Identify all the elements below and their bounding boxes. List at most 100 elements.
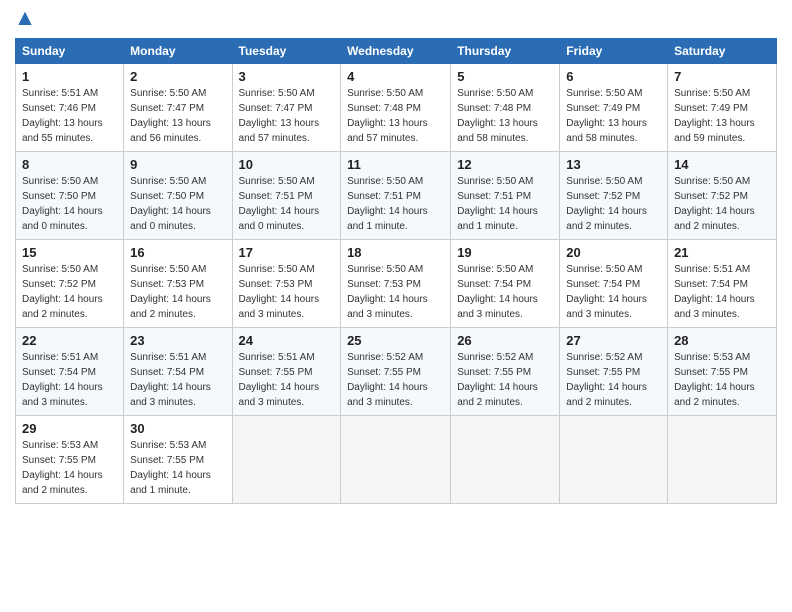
calendar-cell: 20 Sunrise: 5:50 AMSunset: 7:54 PMDaylig… bbox=[560, 240, 668, 328]
calendar-cell: 29 Sunrise: 5:53 AMSunset: 7:55 PMDaylig… bbox=[16, 416, 124, 504]
day-number: 18 bbox=[347, 245, 444, 260]
week-row-5: 29 Sunrise: 5:53 AMSunset: 7:55 PMDaylig… bbox=[16, 416, 777, 504]
day-number: 25 bbox=[347, 333, 444, 348]
day-number: 16 bbox=[130, 245, 225, 260]
day-info: Sunrise: 5:50 AMSunset: 7:49 PMDaylight:… bbox=[674, 88, 755, 144]
day-info: Sunrise: 5:50 AMSunset: 7:49 PMDaylight:… bbox=[566, 88, 647, 144]
day-info: Sunrise: 5:50 AMSunset: 7:54 PMDaylight:… bbox=[566, 264, 647, 320]
day-info: Sunrise: 5:52 AMSunset: 7:55 PMDaylight:… bbox=[457, 352, 538, 408]
calendar-cell: 25 Sunrise: 5:52 AMSunset: 7:55 PMDaylig… bbox=[341, 328, 451, 416]
weekday-header-thursday: Thursday bbox=[451, 39, 560, 64]
day-info: Sunrise: 5:50 AMSunset: 7:52 PMDaylight:… bbox=[566, 176, 647, 232]
weekday-header-row: SundayMondayTuesdayWednesdayThursdayFrid… bbox=[16, 39, 777, 64]
day-info: Sunrise: 5:51 AMSunset: 7:46 PMDaylight:… bbox=[22, 88, 103, 144]
calendar-cell: 11 Sunrise: 5:50 AMSunset: 7:51 PMDaylig… bbox=[341, 152, 451, 240]
calendar-cell bbox=[451, 416, 560, 504]
calendar-cell: 12 Sunrise: 5:50 AMSunset: 7:51 PMDaylig… bbox=[451, 152, 560, 240]
day-info: Sunrise: 5:50 AMSunset: 7:52 PMDaylight:… bbox=[674, 176, 755, 232]
day-number: 17 bbox=[239, 245, 335, 260]
calendar-cell: 17 Sunrise: 5:50 AMSunset: 7:53 PMDaylig… bbox=[232, 240, 341, 328]
week-row-4: 22 Sunrise: 5:51 AMSunset: 7:54 PMDaylig… bbox=[16, 328, 777, 416]
calendar-cell: 8 Sunrise: 5:50 AMSunset: 7:50 PMDayligh… bbox=[16, 152, 124, 240]
day-number: 13 bbox=[566, 157, 661, 172]
calendar-cell: 24 Sunrise: 5:51 AMSunset: 7:55 PMDaylig… bbox=[232, 328, 341, 416]
day-info: Sunrise: 5:50 AMSunset: 7:47 PMDaylight:… bbox=[239, 88, 320, 144]
day-info: Sunrise: 5:50 AMSunset: 7:50 PMDaylight:… bbox=[130, 176, 211, 232]
calendar-cell: 6 Sunrise: 5:50 AMSunset: 7:49 PMDayligh… bbox=[560, 64, 668, 152]
calendar-cell: 9 Sunrise: 5:50 AMSunset: 7:50 PMDayligh… bbox=[124, 152, 232, 240]
day-number: 29 bbox=[22, 421, 117, 436]
calendar-cell: 19 Sunrise: 5:50 AMSunset: 7:54 PMDaylig… bbox=[451, 240, 560, 328]
day-info: Sunrise: 5:50 AMSunset: 7:51 PMDaylight:… bbox=[457, 176, 538, 232]
day-info: Sunrise: 5:50 AMSunset: 7:52 PMDaylight:… bbox=[22, 264, 103, 320]
weekday-header-monday: Monday bbox=[124, 39, 232, 64]
calendar-cell: 1 Sunrise: 5:51 AMSunset: 7:46 PMDayligh… bbox=[16, 64, 124, 152]
day-number: 12 bbox=[457, 157, 553, 172]
calendar-cell bbox=[668, 416, 777, 504]
day-info: Sunrise: 5:50 AMSunset: 7:50 PMDaylight:… bbox=[22, 176, 103, 232]
day-info: Sunrise: 5:53 AMSunset: 7:55 PMDaylight:… bbox=[674, 352, 755, 408]
calendar-cell: 27 Sunrise: 5:52 AMSunset: 7:55 PMDaylig… bbox=[560, 328, 668, 416]
day-number: 3 bbox=[239, 69, 335, 84]
day-number: 30 bbox=[130, 421, 225, 436]
day-number: 10 bbox=[239, 157, 335, 172]
calendar-cell: 16 Sunrise: 5:50 AMSunset: 7:53 PMDaylig… bbox=[124, 240, 232, 328]
calendar-cell: 21 Sunrise: 5:51 AMSunset: 7:54 PMDaylig… bbox=[668, 240, 777, 328]
week-row-2: 8 Sunrise: 5:50 AMSunset: 7:50 PMDayligh… bbox=[16, 152, 777, 240]
day-number: 11 bbox=[347, 157, 444, 172]
day-info: Sunrise: 5:52 AMSunset: 7:55 PMDaylight:… bbox=[347, 352, 428, 408]
calendar-cell bbox=[560, 416, 668, 504]
calendar-cell bbox=[232, 416, 341, 504]
day-info: Sunrise: 5:51 AMSunset: 7:54 PMDaylight:… bbox=[130, 352, 211, 408]
day-number: 5 bbox=[457, 69, 553, 84]
day-info: Sunrise: 5:50 AMSunset: 7:48 PMDaylight:… bbox=[457, 88, 538, 144]
day-info: Sunrise: 5:50 AMSunset: 7:53 PMDaylight:… bbox=[239, 264, 320, 320]
calendar-cell: 15 Sunrise: 5:50 AMSunset: 7:52 PMDaylig… bbox=[16, 240, 124, 328]
day-number: 7 bbox=[674, 69, 770, 84]
day-number: 15 bbox=[22, 245, 117, 260]
day-number: 24 bbox=[239, 333, 335, 348]
calendar-cell: 7 Sunrise: 5:50 AMSunset: 7:49 PMDayligh… bbox=[668, 64, 777, 152]
calendar-cell: 22 Sunrise: 5:51 AMSunset: 7:54 PMDaylig… bbox=[16, 328, 124, 416]
day-number: 20 bbox=[566, 245, 661, 260]
day-number: 9 bbox=[130, 157, 225, 172]
weekday-header-wednesday: Wednesday bbox=[341, 39, 451, 64]
weekday-header-saturday: Saturday bbox=[668, 39, 777, 64]
day-number: 4 bbox=[347, 69, 444, 84]
calendar-cell: 14 Sunrise: 5:50 AMSunset: 7:52 PMDaylig… bbox=[668, 152, 777, 240]
day-number: 28 bbox=[674, 333, 770, 348]
calendar-cell: 30 Sunrise: 5:53 AMSunset: 7:55 PMDaylig… bbox=[124, 416, 232, 504]
day-number: 2 bbox=[130, 69, 225, 84]
calendar-cell bbox=[341, 416, 451, 504]
logo-icon bbox=[15, 10, 35, 30]
calendar-cell: 5 Sunrise: 5:50 AMSunset: 7:48 PMDayligh… bbox=[451, 64, 560, 152]
day-info: Sunrise: 5:50 AMSunset: 7:53 PMDaylight:… bbox=[347, 264, 428, 320]
day-number: 21 bbox=[674, 245, 770, 260]
day-number: 6 bbox=[566, 69, 661, 84]
week-row-3: 15 Sunrise: 5:50 AMSunset: 7:52 PMDaylig… bbox=[16, 240, 777, 328]
day-info: Sunrise: 5:50 AMSunset: 7:51 PMDaylight:… bbox=[239, 176, 320, 232]
day-number: 1 bbox=[22, 69, 117, 84]
day-info: Sunrise: 5:51 AMSunset: 7:54 PMDaylight:… bbox=[22, 352, 103, 408]
calendar-cell: 26 Sunrise: 5:52 AMSunset: 7:55 PMDaylig… bbox=[451, 328, 560, 416]
day-info: Sunrise: 5:50 AMSunset: 7:51 PMDaylight:… bbox=[347, 176, 428, 232]
page: SundayMondayTuesdayWednesdayThursdayFrid… bbox=[0, 0, 792, 519]
day-number: 23 bbox=[130, 333, 225, 348]
weekday-header-friday: Friday bbox=[560, 39, 668, 64]
calendar-cell: 3 Sunrise: 5:50 AMSunset: 7:47 PMDayligh… bbox=[232, 64, 341, 152]
day-number: 8 bbox=[22, 157, 117, 172]
calendar-table: SundayMondayTuesdayWednesdayThursdayFrid… bbox=[15, 38, 777, 504]
day-info: Sunrise: 5:53 AMSunset: 7:55 PMDaylight:… bbox=[130, 440, 211, 496]
day-info: Sunrise: 5:51 AMSunset: 7:54 PMDaylight:… bbox=[674, 264, 755, 320]
week-row-1: 1 Sunrise: 5:51 AMSunset: 7:46 PMDayligh… bbox=[16, 64, 777, 152]
day-info: Sunrise: 5:50 AMSunset: 7:53 PMDaylight:… bbox=[130, 264, 211, 320]
day-info: Sunrise: 5:50 AMSunset: 7:48 PMDaylight:… bbox=[347, 88, 428, 144]
day-number: 26 bbox=[457, 333, 553, 348]
weekday-header-tuesday: Tuesday bbox=[232, 39, 341, 64]
calendar-cell: 23 Sunrise: 5:51 AMSunset: 7:54 PMDaylig… bbox=[124, 328, 232, 416]
header bbox=[15, 10, 777, 30]
day-number: 14 bbox=[674, 157, 770, 172]
logo bbox=[15, 10, 37, 30]
weekday-header-sunday: Sunday bbox=[16, 39, 124, 64]
day-info: Sunrise: 5:53 AMSunset: 7:55 PMDaylight:… bbox=[22, 440, 103, 496]
